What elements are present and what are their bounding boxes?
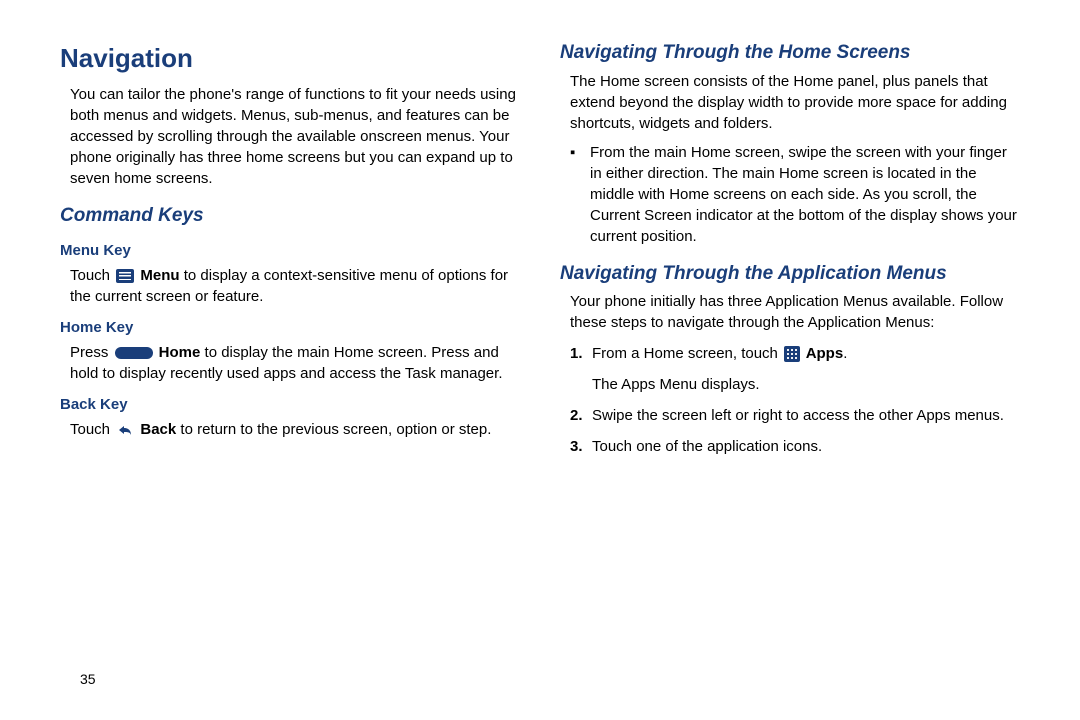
back-key-heading: Back Key [60, 394, 520, 415]
text-bold: Apps [802, 345, 843, 362]
home-icon [115, 347, 153, 359]
page-title: Navigation [60, 40, 520, 76]
nav-home-intro: The Home screen consists of the Home pan… [560, 71, 1020, 134]
step-number: 1. [570, 343, 592, 395]
step-body: Swipe the screen left or right to access… [592, 405, 1004, 426]
menu-key-heading: Menu Key [60, 240, 520, 261]
text-bold: Home [155, 344, 201, 361]
bullet-text: From the main Home screen, swipe the scr… [590, 142, 1020, 247]
step-body: From a Home screen, touch Apps. The Apps… [592, 343, 847, 395]
step-2: 2. Swipe the screen left or right to acc… [570, 405, 1020, 426]
menu-icon [116, 269, 134, 283]
apps-icon [784, 346, 800, 362]
step-body: Touch one of the application icons. [592, 436, 822, 457]
nav-app-heading: Navigating Through the Application Menus [560, 261, 1020, 288]
step-subtext: The Apps Menu displays. [592, 374, 847, 395]
nav-home-heading: Navigating Through the Home Screens [560, 40, 1020, 67]
step-1: 1. From a Home screen, touch Apps. The A… [570, 343, 1020, 395]
nav-app-intro: Your phone initially has three Applicati… [560, 291, 1020, 333]
back-icon [116, 423, 134, 437]
text: Touch [70, 267, 114, 284]
text-bold: Menu [136, 267, 179, 284]
bullet-item: ▪ From the main Home screen, swipe the s… [570, 142, 1020, 247]
bullet-mark: ▪ [570, 142, 590, 247]
left-column: Navigation You can tailor the phone's ra… [60, 40, 520, 467]
back-key-text: Touch Back to return to the previous scr… [60, 419, 520, 440]
step-3: 3. Touch one of the application icons. [570, 436, 1020, 457]
page-number: 35 [80, 670, 96, 690]
text: Press [70, 344, 113, 361]
home-key-text: Press Home to display the main Home scre… [60, 342, 520, 384]
command-keys-heading: Command Keys [60, 203, 520, 230]
intro-paragraph: You can tailor the phone's range of func… [60, 84, 520, 189]
text: Touch [70, 421, 114, 438]
step-number: 2. [570, 405, 592, 426]
text-bold: Back [136, 421, 176, 438]
text: . [843, 345, 847, 362]
step-number: 3. [570, 436, 592, 457]
menu-key-text: Touch Menu to display a context-sensitiv… [60, 265, 520, 307]
text: From a Home screen, touch [592, 345, 782, 362]
text: to return to the previous screen, option… [176, 421, 491, 438]
right-column: Navigating Through the Home Screens The … [560, 40, 1020, 467]
home-key-heading: Home Key [60, 317, 520, 338]
